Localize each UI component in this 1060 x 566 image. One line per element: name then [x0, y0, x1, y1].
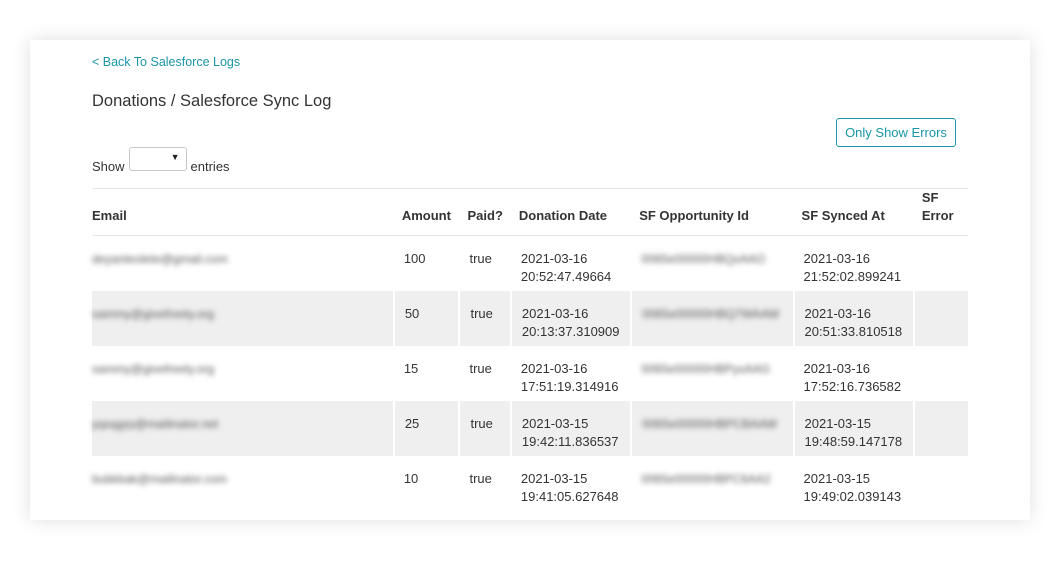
cell-donation-date: 2021-03-16 20:52:47.49664: [510, 235, 632, 291]
cell-sf-opportunity-id: 0065e00000HBPyxAAG: [631, 345, 794, 401]
cell-sf-error: [912, 290, 968, 346]
cell-amount: 25: [392, 400, 460, 456]
cell-sf-opportunity-id: 0065e00000HBPC6AA2: [631, 455, 794, 511]
cell-sf-opportunity-id: 0065e00000HBQxAAO: [631, 235, 794, 291]
entries-label: entries: [190, 159, 230, 174]
cell-sf-synced-at: 2021-03-16 17:52:16.736582: [793, 345, 914, 401]
cell-sf-error: [913, 345, 968, 401]
cell-email: yqsqgrp@mailinator.net: [92, 400, 394, 456]
entries-select[interactable]: ▼: [128, 147, 187, 171]
cell-amount: 50: [392, 290, 460, 346]
cell-sf-synced-at: 2021-03-16 21:52:02.899241: [793, 235, 914, 291]
cell-sf-error: [912, 400, 968, 456]
cell-sf-error: [913, 455, 968, 511]
cell-paid: true: [459, 345, 511, 401]
cell-amount: 10: [393, 455, 460, 511]
column-header-sf-opportunity-id[interactable]: SF Opportunity Id: [631, 188, 794, 236]
cell-paid: true: [458, 290, 511, 346]
cell-donation-date: 2021-03-15 19:42:11.836537: [509, 400, 632, 456]
cell-sf-opportunity-id: 0065e00000HBQ7WAAW: [630, 290, 794, 346]
cell-paid: true: [459, 455, 511, 511]
cell-email: deyanteolete@gmail.com: [92, 235, 394, 291]
cell-sf-synced-at: 2021-03-15 19:48:59.147178: [792, 400, 914, 456]
cell-donation-date: 2021-03-15 19:41:05.627648: [510, 455, 632, 511]
page-title: Donations / Salesforce Sync Log: [92, 92, 332, 110]
cell-sf-synced-at: 2021-03-16 20:51:33.810518: [792, 290, 914, 346]
sf-id-value: 0065e00000HBQ7WAAW: [642, 306, 780, 321]
back-to-salesforce-logs-link[interactable]: < Back To Salesforce Logs: [92, 55, 240, 69]
table-row: deyanteolete@gmail.com 100 true 2021-03-…: [92, 235, 968, 291]
only-show-errors-button[interactable]: Only Show Errors: [836, 118, 956, 147]
cell-email: sammy@givefreely.org: [92, 290, 394, 346]
cell-sf-error: [913, 235, 968, 291]
column-header-sf-error[interactable]: SF Error: [913, 188, 968, 236]
sync-log-panel: < Back To Salesforce Logs Donations / Sa…: [30, 40, 1030, 520]
sf-id-value: 0065e00000HBPyxAAG: [641, 361, 770, 376]
table-row: bubkbak@mailinator.com 10 true 2021-03-1…: [92, 455, 968, 511]
cell-donation-date: 2021-03-16 20:13:37.310909: [509, 290, 632, 346]
sf-id-value: 0065e00000HBQxAAO: [641, 252, 766, 266]
table-row: sammy@givefreely.org 15 true 2021-03-16 …: [92, 345, 968, 401]
table-row: yqsqgrp@mailinator.net 25 true 2021-03-1…: [92, 400, 968, 456]
table-header-row: Email Amount Paid? Donation Date SF Oppo…: [92, 188, 968, 236]
column-header-email[interactable]: Email: [92, 188, 394, 236]
column-header-sf-synced-at[interactable]: SF Synced At: [793, 188, 914, 236]
email-value: sammy@givefreely.org: [92, 306, 214, 321]
cell-paid: true: [458, 400, 511, 456]
cell-email: sammy@givefreely.org: [92, 345, 394, 401]
email-value: sammy@givefreely.org: [92, 361, 214, 376]
chevron-down-icon: ▼: [170, 152, 180, 162]
column-header-donation-date[interactable]: Donation Date: [510, 188, 632, 236]
sf-id-value: 0065e00000HBPC6AA2: [641, 471, 771, 486]
cell-sf-opportunity-id: 0065e00000HBPCBAAW: [630, 400, 794, 456]
table-row: sammy@givefreely.org 50 true 2021-03-16 …: [92, 290, 968, 346]
cell-paid: true: [459, 235, 511, 291]
sf-id-value: 0065e00000HBPCBAAW: [642, 416, 778, 431]
show-label: Show: [92, 159, 125, 174]
cell-sf-synced-at: 2021-03-15 19:49:02.039143: [793, 455, 914, 511]
email-value: deyanteolete@gmail.com: [92, 252, 228, 266]
cell-amount: 15: [393, 345, 460, 401]
email-value: bubkbak@mailinator.com: [92, 471, 227, 486]
cell-amount: 100: [393, 235, 460, 291]
cell-email: bubkbak@mailinator.com: [92, 455, 394, 511]
sync-log-table: Email Amount Paid? Donation Date SF Oppo…: [92, 188, 968, 511]
entries-length-control: Show ▼ entries: [92, 147, 230, 175]
column-header-paid[interactable]: Paid?: [459, 188, 511, 236]
column-header-amount[interactable]: Amount: [393, 188, 460, 236]
cell-donation-date: 2021-03-16 17:51:19.314916: [510, 345, 632, 401]
email-value: yqsqgrp@mailinator.net: [92, 416, 219, 431]
